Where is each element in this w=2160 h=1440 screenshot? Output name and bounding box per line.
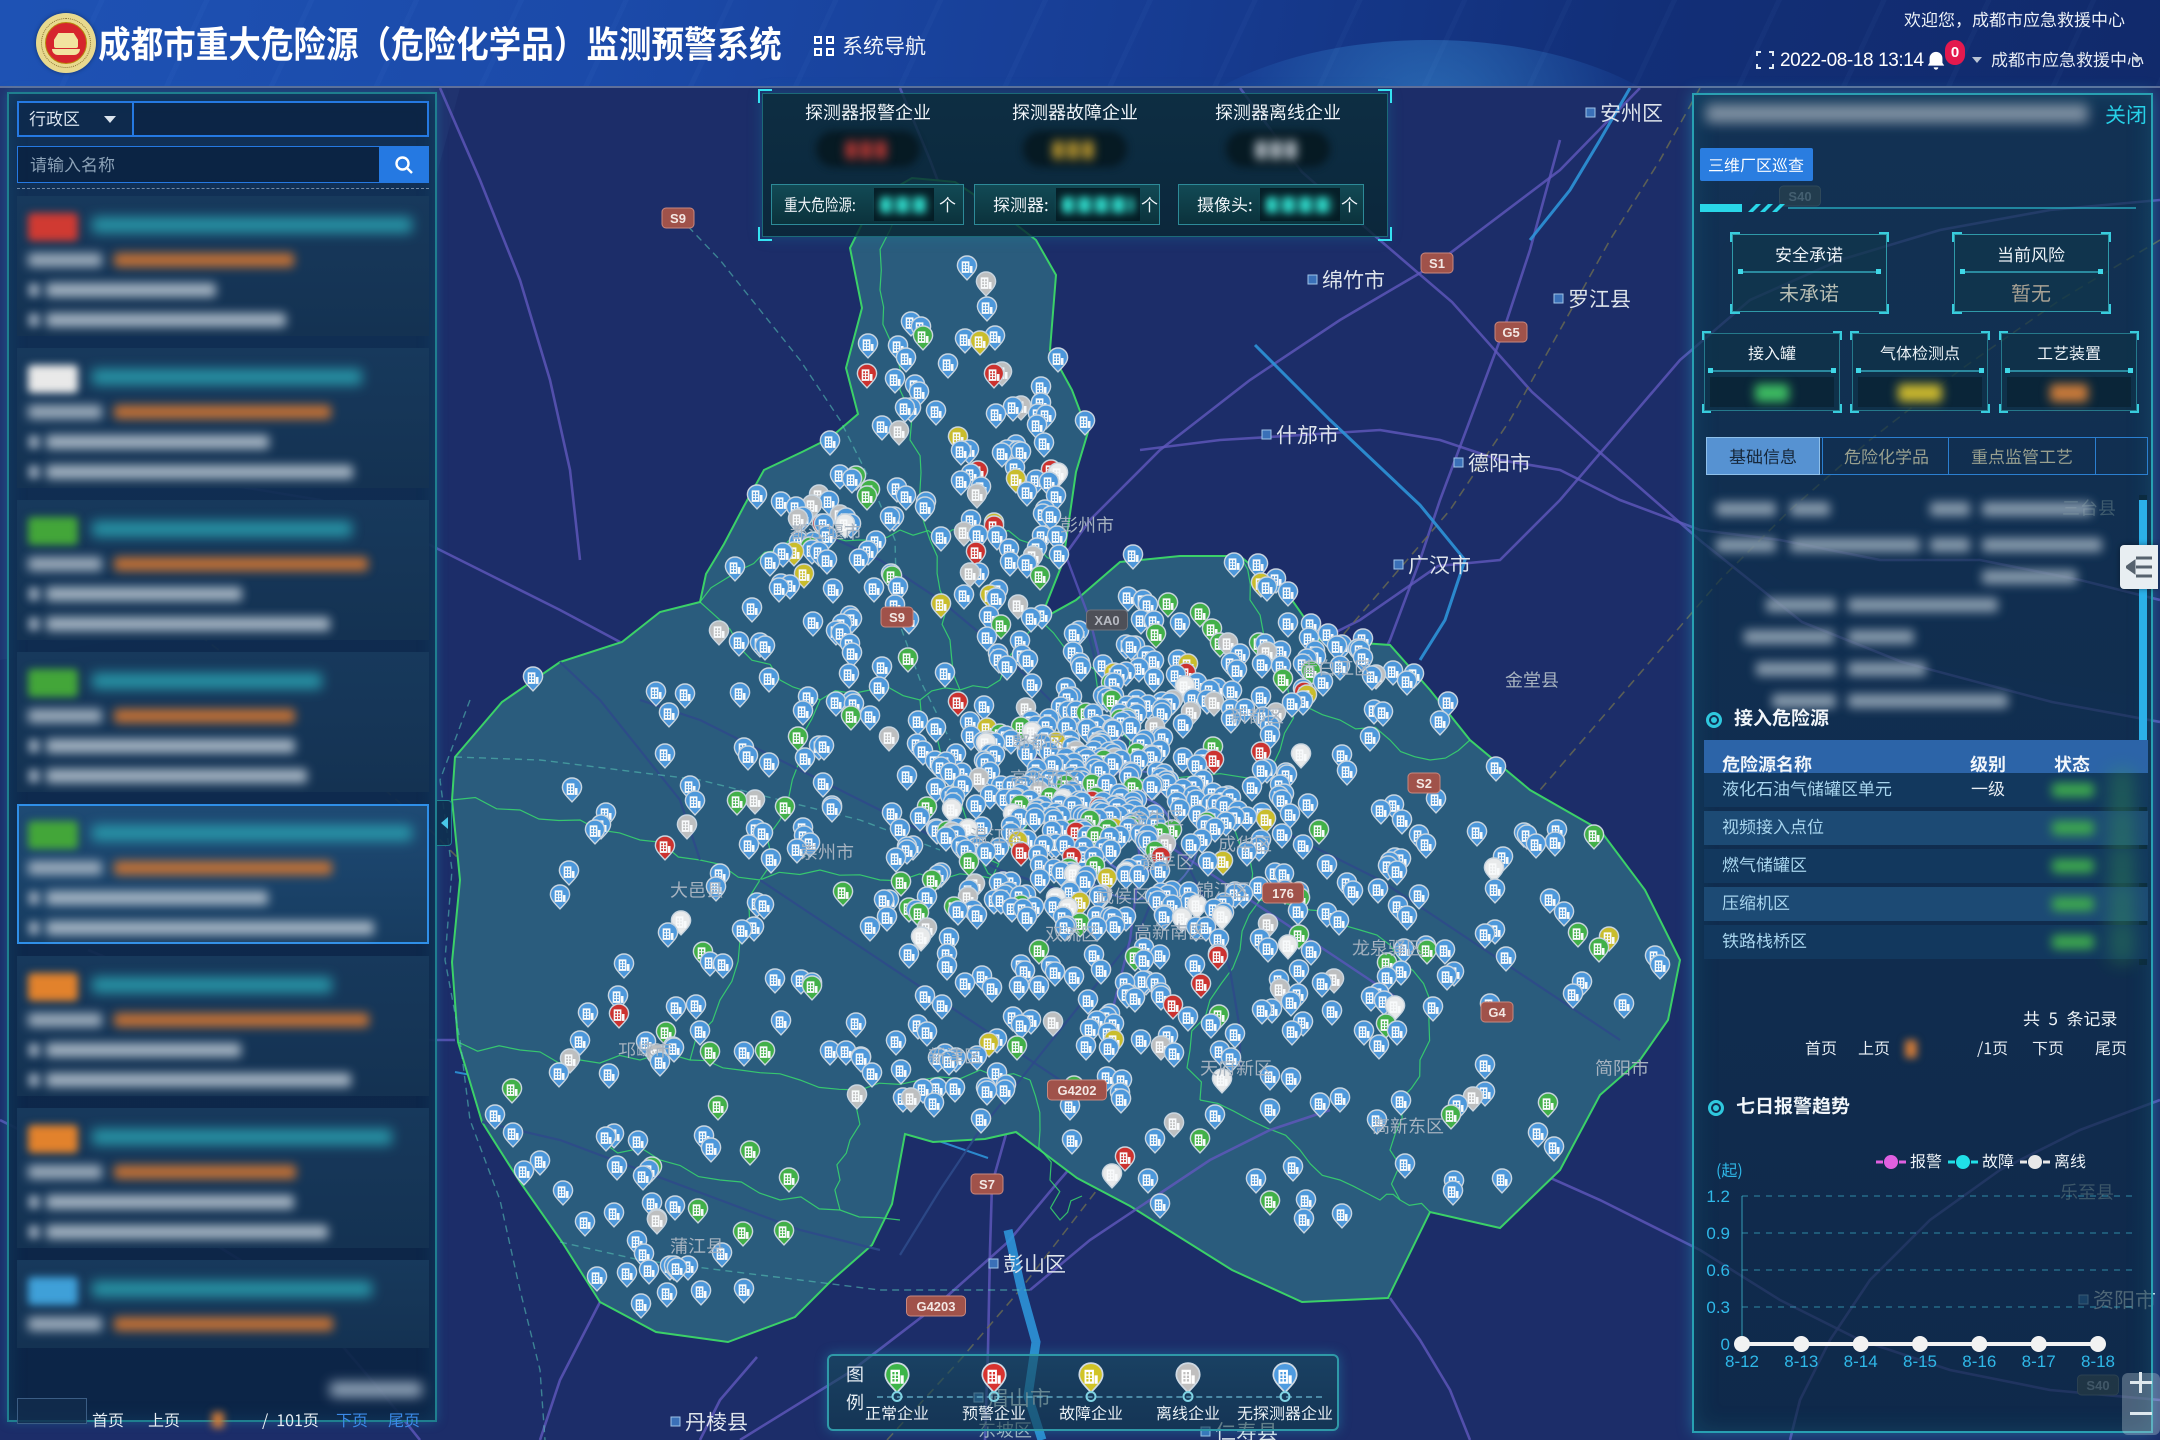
svg-text:S9: S9: [670, 211, 686, 226]
svg-text:S9: S9: [889, 610, 905, 625]
svg-text:S1: S1: [1429, 256, 1445, 271]
svg-text:S2: S2: [1416, 776, 1432, 791]
svg-text:176: 176: [1272, 886, 1294, 901]
svg-text:XA0: XA0: [1094, 613, 1119, 628]
svg-text:G4203: G4203: [916, 1299, 955, 1314]
svg-text:G4: G4: [1488, 1005, 1506, 1020]
svg-text:S7: S7: [979, 1177, 995, 1192]
svg-text:G5: G5: [1502, 325, 1519, 340]
svg-text:G4202: G4202: [1057, 1083, 1096, 1098]
